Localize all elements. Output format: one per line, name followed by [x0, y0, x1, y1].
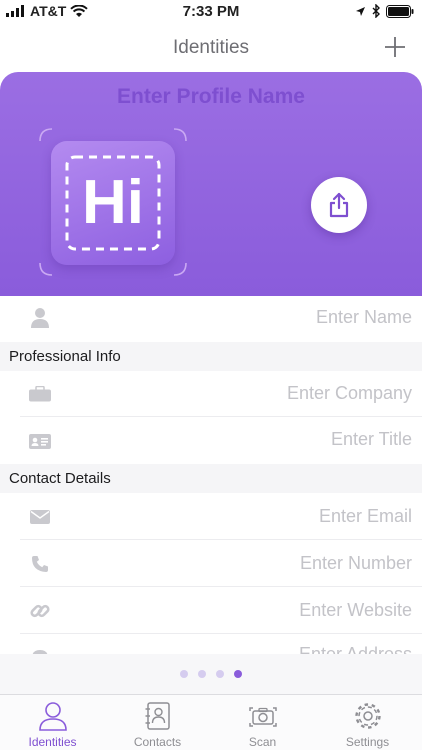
person-icon [39, 702, 67, 731]
tab-contacts[interactable]: Contacts [105, 695, 210, 750]
section-title: Professional Info [9, 348, 121, 365]
logo-text: Hi [82, 168, 144, 237]
contact-book-icon [145, 702, 170, 730]
address-row[interactable]: Enter Address [0, 634, 422, 654]
name-field[interactable]: Enter Name [316, 307, 412, 328]
status-icons [355, 4, 414, 18]
tab-label: Contacts [133, 735, 182, 749]
camera-icon [249, 707, 277, 727]
title-field[interactable]: Enter Title [331, 429, 412, 450]
page-dot[interactable] [198, 670, 206, 678]
section-title: Contact Details [9, 470, 111, 487]
gear-icon [355, 703, 381, 729]
tab-scan[interactable]: Scan [210, 695, 315, 750]
tab-identities[interactable]: Identities [0, 695, 105, 750]
number-field[interactable]: Enter Number [300, 553, 412, 574]
page-title: Identities [172, 37, 250, 58]
section-header-contact: Contact Details [0, 464, 422, 493]
phone-icon [20, 544, 60, 584]
tab-label: Scan [248, 735, 277, 749]
page-dot[interactable] [216, 670, 224, 678]
profile-name-input[interactable]: Enter Profile Name [0, 85, 422, 109]
page-indicator[interactable] [0, 654, 422, 694]
page-dot[interactable] [180, 670, 188, 678]
page-dot-active[interactable] [234, 670, 242, 678]
company-row[interactable]: Enter Company [0, 371, 422, 417]
email-row[interactable]: Enter Email [0, 493, 422, 540]
briefcase-icon [20, 374, 60, 414]
number-row[interactable]: Enter Number [0, 540, 422, 587]
profile-header: Enter Profile Name Hi [0, 72, 422, 296]
tab-label: Identities [28, 735, 77, 749]
website-field[interactable]: Enter Website [299, 600, 412, 621]
tab-bar: Identities Contacts Scan Settings [0, 694, 422, 750]
title-row[interactable]: Enter Title [0, 417, 422, 464]
company-field[interactable]: Enter Company [287, 383, 412, 404]
envelope-icon [20, 497, 60, 537]
bluetooth-icon [372, 4, 380, 18]
location-pin-icon [20, 640, 60, 654]
link-icon [20, 591, 60, 631]
section-header-professional: Professional Info [0, 342, 422, 371]
address-field[interactable]: Enter Address [299, 644, 412, 654]
status-bar: AT&T 7:33 PM [0, 0, 422, 24]
email-field[interactable]: Enter Email [319, 506, 412, 527]
location-arrow-icon [356, 6, 365, 16]
app-logo: Hi [51, 141, 175, 265]
tab-settings[interactable]: Settings [315, 695, 420, 750]
profile-image-picker[interactable]: Hi [38, 127, 188, 277]
share-button[interactable] [311, 177, 367, 233]
navigation-bar: Identities [0, 24, 422, 72]
add-icon[interactable] [382, 34, 408, 60]
battery-icon [386, 4, 414, 18]
id-card-icon [20, 421, 60, 461]
person-icon [20, 298, 60, 338]
name-row[interactable]: Enter Name [0, 296, 422, 342]
share-icon [329, 192, 349, 218]
tab-label: Settings [345, 735, 390, 749]
website-row[interactable]: Enter Website [0, 587, 422, 634]
